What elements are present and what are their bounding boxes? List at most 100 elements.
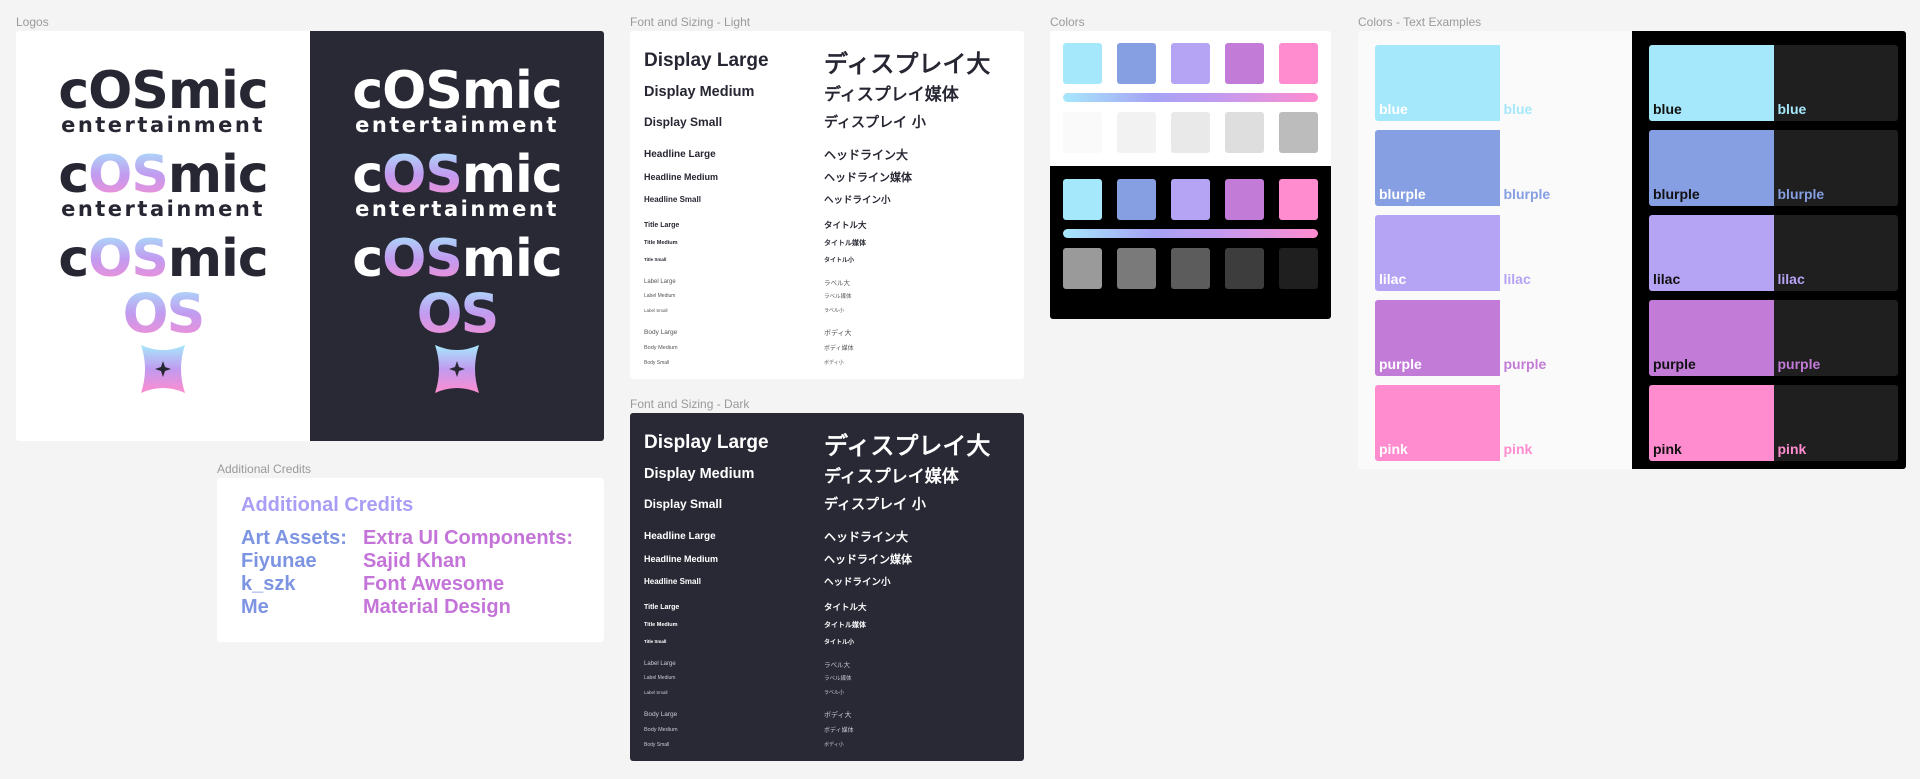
color-text-label: blue [1503, 101, 1533, 117]
gradient-bar [1063, 93, 1318, 102]
neutral-light-swatch-4[interactable] [1225, 112, 1264, 153]
type-sample-en: Display Small [644, 497, 723, 511]
color-fill-blue: blue [1375, 45, 1500, 121]
type-row-label-large: Label Large ラベル大 [644, 656, 1010, 671]
color-text-sample-blurple: blurple [1499, 130, 1624, 206]
type-row-label-medium: Label Medium ラベル媒体 [644, 671, 1010, 685]
color-text-sample-purple: purple [1499, 300, 1624, 376]
color-fill-pink: pink [1375, 385, 1500, 461]
type-row-label-small: Label Small ラベル小 [644, 685, 1010, 699]
accent-swatch-1[interactable] [1063, 179, 1102, 220]
type-sample-jp: ディスプレイ媒体 [824, 84, 959, 105]
frame-label-colors-text[interactable]: Colors - Text Examples [1358, 15, 1481, 29]
neutral-light-swatch-1[interactable] [1063, 112, 1102, 153]
neutral-dark-swatch-5[interactable] [1279, 248, 1318, 289]
color-fill-lilac: lilac [1375, 215, 1500, 291]
color-example-row-blue: blue blue [1649, 45, 1898, 121]
type-sample-jp: ラベル大 [824, 278, 850, 287]
credit-item: k_szk [241, 573, 296, 595]
frame-label-logos[interactable]: Logos [16, 15, 49, 29]
neutral-light-swatch-5[interactable] [1279, 112, 1318, 153]
ui-components-heading: Extra UI Components: [362, 527, 573, 549]
color-example-row-purple: purple purple [1649, 300, 1898, 376]
type-sample-jp: ラベル小 [824, 689, 845, 696]
neutral-light-swatch-3[interactable] [1171, 112, 1210, 153]
type-scale-light-frame[interactable]: Display Large ディスプレイ大 Display Medium ディスプレ… [630, 31, 1024, 379]
logo-cosmic-wordmark: cOSmic [58, 229, 268, 289]
accent-swatch-4[interactable] [1225, 179, 1264, 220]
colors-text-examples-frame[interactable]: blue blue blurple blurple lilac lilac purple pu… [1358, 31, 1906, 469]
type-sample-jp: タイトル大 [824, 221, 867, 231]
color-fill-lilac: lilac [1649, 215, 1774, 291]
type-row-label-small: Label Small ラベル小 [644, 303, 1010, 317]
type-sample-jp: ラベル媒体 [824, 676, 852, 682]
neutral-light-swatch-2[interactable] [1117, 112, 1156, 153]
type-sample-jp: ヘッドライン大 [824, 148, 909, 162]
type-sample-jp: タイトル媒体 [824, 620, 866, 629]
frame-label-colors[interactable]: Colors [1050, 15, 1085, 29]
type-row-headline-medium: Headline Medium ヘッドライン媒体 [644, 166, 1010, 188]
accent-swatch-2[interactable] [1117, 43, 1156, 84]
color-example-row-blue: blue blue [1375, 45, 1624, 121]
type-sample-en: Display Medium [644, 84, 755, 100]
type-sample-jp: ボディ大 [824, 710, 852, 719]
neutral-dark-swatch-2[interactable] [1117, 248, 1156, 289]
type-row-title-small: Title Small タイトル小 [644, 251, 1010, 268]
color-label-on-fill: blue [1379, 101, 1408, 117]
accent-swatch-2[interactable] [1117, 179, 1156, 220]
type-sample-jp: タイトル大 [824, 603, 867, 613]
colors-frame[interactable] [1050, 31, 1331, 319]
logo-cosmic-entertainment-solid: cOSmic entertainment [58, 61, 268, 137]
accent-swatch-3[interactable] [1171, 179, 1210, 220]
accent-swatch-5[interactable] [1279, 43, 1318, 84]
type-sample-en: Label Medium [644, 675, 676, 681]
type-row-body-small: Body Small ボディ小 [644, 355, 1010, 370]
type-sample-jp: ラベル小 [824, 307, 845, 314]
accent-swatch-1[interactable] [1063, 43, 1102, 84]
type-sample-jp: ヘッドライン小 [824, 195, 891, 206]
color-fill-purple: purple [1375, 300, 1500, 376]
type-sample-en: Label Large [644, 278, 676, 285]
logos-frame[interactable]: cOSmic entertainment cOSmic entertainmen… [16, 31, 604, 441]
type-sample-jp: ボディ小 [824, 742, 844, 748]
type-sample-en: Display Large [644, 432, 769, 453]
logos-light-panel: cOSmic entertainment cOSmic entertainmen… [16, 31, 310, 441]
color-fill-pink: pink [1649, 385, 1774, 461]
additional-credits-frame[interactable]: Additional Credits Art Assets: Fiyunae k… [217, 478, 604, 642]
accent-swatch-3[interactable] [1171, 43, 1210, 84]
type-sample-en: Label Medium [644, 293, 676, 299]
neutral-dark-swatch-1[interactable] [1063, 248, 1102, 289]
neutral-dark-swatch-3[interactable] [1171, 248, 1210, 289]
type-row-body-large: Body Large ボディ大 [644, 707, 1010, 722]
color-text-label: lilac [1777, 271, 1805, 287]
color-label-on-fill: lilac [1379, 271, 1407, 287]
flower-logo-icon [141, 345, 185, 393]
type-sample-en: Body Large [644, 711, 678, 718]
type-sample-en: Headline Small [644, 194, 701, 204]
logo-cosmic-entertainment-gradient-dark: cOSmic entertainment [352, 145, 562, 221]
type-row-body-medium: Body Medium ボディ媒体 [644, 340, 1010, 355]
frame-label-font-light[interactable]: Font and Sizing - Light [630, 15, 750, 29]
type-sample-en: Headline Medium [644, 172, 719, 182]
frame-label-additional-credits[interactable]: Additional Credits [217, 462, 311, 476]
color-example-row-blurple: blurple blurple [1375, 130, 1624, 206]
type-sample-en: Title Large [644, 603, 680, 611]
type-scale-dark-frame[interactable]: Display Large ディスプレイ大 Display Medium ディスプレ… [630, 413, 1024, 761]
color-text-sample-lilac: lilac [1499, 215, 1624, 291]
type-sample-jp: ボディ媒体 [824, 727, 854, 734]
type-sample-jp: ディスプレイ大 [824, 49, 991, 78]
type-sample-en: Headline Large [644, 531, 716, 542]
color-text-label: pink [1777, 441, 1807, 457]
neutral-dark-swatch-4[interactable] [1225, 248, 1264, 289]
ui-components-column: Extra UI Components: Sajid Khan Font Awe… [363, 527, 573, 619]
type-row-headline-large: Headline Large ヘッドライン大 [644, 525, 1010, 548]
accent-swatch-5[interactable] [1279, 179, 1318, 220]
type-row-title-small: Title Small タイトル小 [644, 633, 1010, 650]
accent-swatch-4[interactable] [1225, 43, 1264, 84]
credit-item: Sajid Khan [362, 550, 467, 572]
frame-label-font-dark[interactable]: Font and Sizing - Dark [630, 397, 749, 411]
type-row-headline-large: Headline Large ヘッドライン大 [644, 143, 1010, 166]
color-text-sample-pink: pink [1499, 385, 1624, 461]
type-sample-jp: タイトル小 [824, 639, 855, 646]
type-sample-en: Title Large [644, 221, 680, 229]
